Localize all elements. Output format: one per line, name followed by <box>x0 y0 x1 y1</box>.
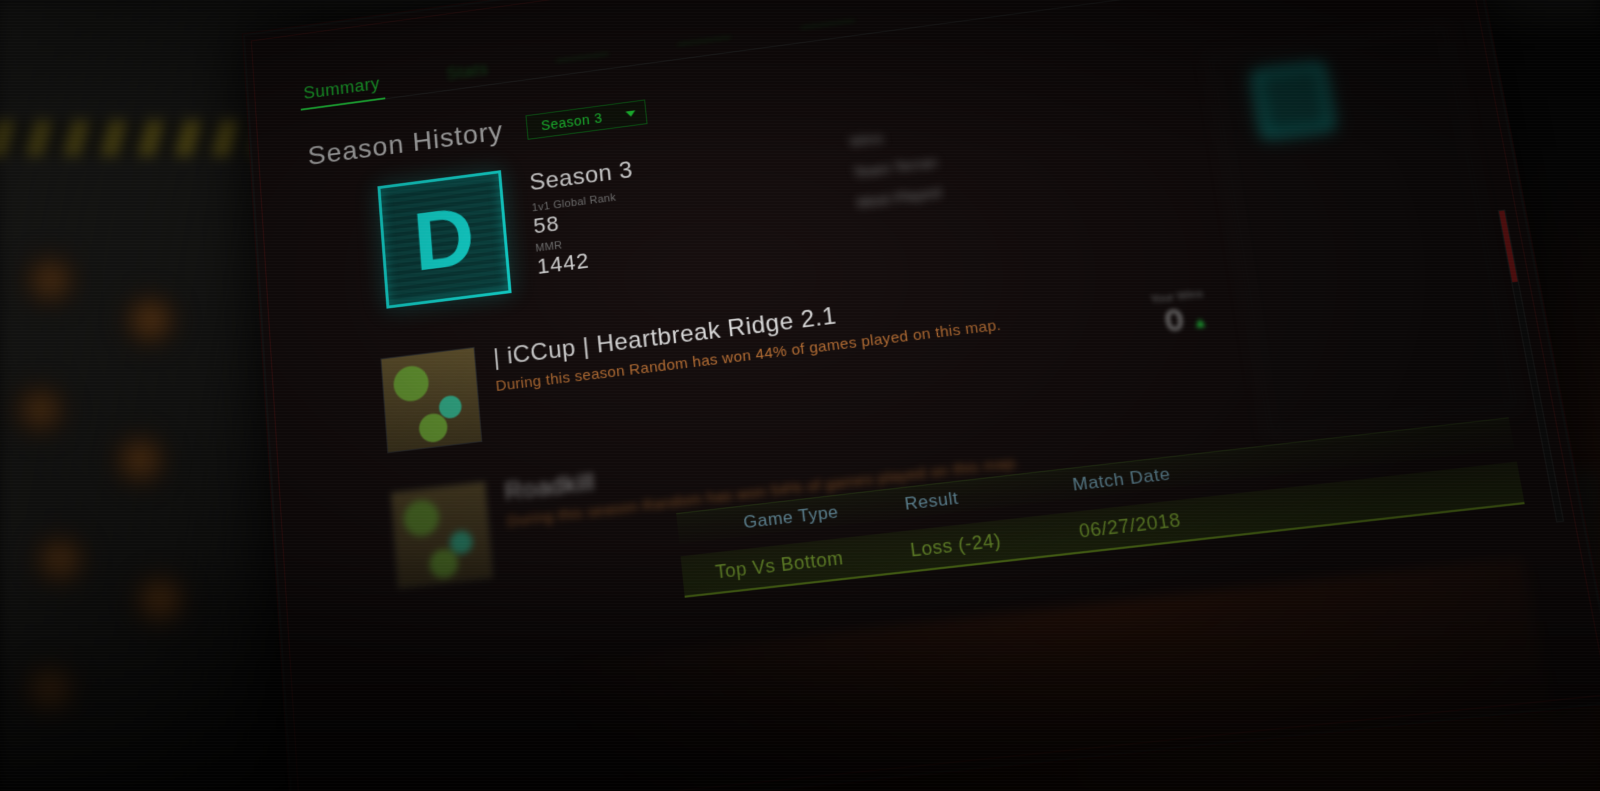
map-your-wins-value: 0 <box>1163 303 1186 339</box>
trend-up-icon: ▲ <box>1191 313 1208 331</box>
tab-blur-3[interactable]: ——— <box>676 26 733 59</box>
frame-bolt-cluster <box>0 230 240 790</box>
season-dropdown-label: Season 3 <box>540 110 603 133</box>
tab-stats[interactable]: Stats <box>446 59 490 90</box>
rank-block: D Season 3 1v1 Global Rank 58 MMR 1442 <box>377 153 643 309</box>
section-title: Season History <box>307 116 505 172</box>
screen-panel: Summary Stats ——— ——— ——— Season History… <box>242 0 1600 791</box>
map-your-wins: Your Wins 0 ▲ <box>1150 288 1209 341</box>
side-panel-blur <box>1208 24 1518 436</box>
tab-blur-2[interactable]: ——— <box>555 43 611 75</box>
rank-letter-tile: D <box>377 170 511 309</box>
tab-summary[interactable]: Summary <box>303 74 381 109</box>
map-thumbnail <box>390 481 493 589</box>
scrollbar-thumb[interactable] <box>1499 210 1518 282</box>
tab-blur-4[interactable]: ——— <box>799 9 857 42</box>
side-stat-column: Wins Team Terran Most Played <box>848 117 943 219</box>
match-result: Loss (-24) <box>909 520 1081 561</box>
map-thumbnail <box>380 347 482 453</box>
season-dropdown[interactable]: Season 3 <box>525 99 647 139</box>
